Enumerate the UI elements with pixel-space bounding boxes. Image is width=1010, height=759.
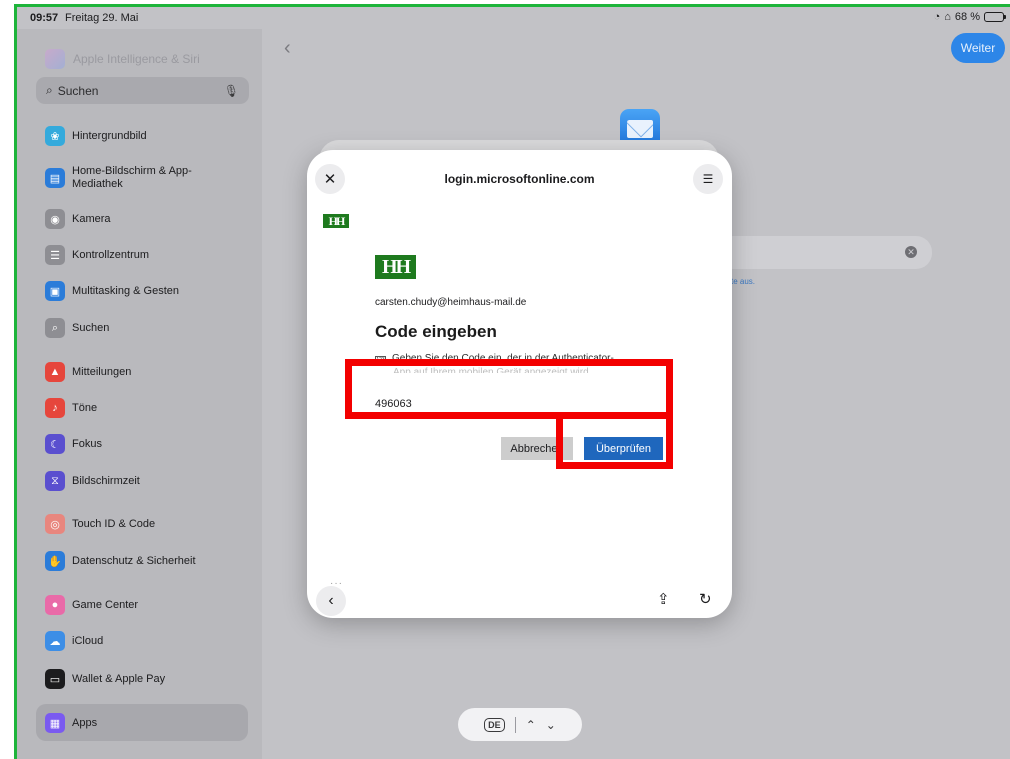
chevron-up-icon[interactable]: ⌃ — [526, 718, 536, 732]
sidebar-item-label: Hintergrundbild — [72, 129, 147, 142]
sidebar-item[interactable]: ▣ Multitasking & Gesten — [45, 281, 212, 301]
siri-icon — [45, 49, 65, 69]
notifications-icon: ▲ — [45, 362, 65, 382]
settings-sidebar: Apple Intelligence & Siri ⌕ Suchen 🎙︎ ❀ H… — [17, 29, 262, 759]
status-time: 09:57 — [30, 12, 59, 24]
screenshot-frame: 09:57 Freitag 29. Mai ◔ ⌂ 68 % Apple Int… — [0, 0, 1010, 759]
annotation-box-code-input — [345, 359, 673, 419]
sidebar-item[interactable]: ◎ Touch ID & Code — [45, 514, 212, 534]
annotation-box-verify-button — [556, 412, 673, 469]
screen-time-icon: ⧖ — [45, 471, 65, 491]
reload-icon[interactable]: ↻ — [699, 590, 712, 608]
back-chevron-icon[interactable]: ‹ — [284, 37, 291, 60]
background-link-fragment[interactable]: te aus. — [731, 277, 755, 286]
sidebar-item-label: Kamera — [72, 212, 111, 225]
microphone-icon[interactable]: 🎙︎ — [224, 84, 239, 98]
search-icon: ⌕ — [46, 83, 53, 97]
share-icon[interactable]: ⇪ — [657, 590, 670, 608]
multitasking-icon: ▣ — [45, 281, 65, 301]
sidebar-item[interactable]: ◉ Kamera — [45, 209, 212, 229]
keyboard-toolbar: DE ⌃ ⌄ — [458, 708, 582, 741]
chevron-down-icon[interactable]: ⌄ — [546, 718, 556, 732]
status-bar: 09:57 Freitag 29. Mai ◔ ⌂ 68 % — [17, 7, 1010, 29]
sidebar-item[interactable]: ❀ Hintergrundbild — [45, 126, 212, 146]
sidebar-item[interactable]: ⧖ Bildschirmzeit — [45, 471, 212, 491]
wallet-icon: ▭ — [45, 669, 65, 689]
sidebar-item[interactable]: ▲ Mitteilungen — [45, 362, 212, 382]
fingerprint-icon: ◎ — [45, 514, 65, 534]
apps-grid-icon: ▦ — [45, 713, 65, 733]
sidebar-item-label: Fokus — [72, 437, 102, 450]
home-screen-icon: ▤ — [45, 168, 65, 188]
control-center-icon: ☰ — [45, 245, 65, 265]
company-logo: HH — [375, 255, 416, 279]
game-center-icon: ● — [45, 595, 65, 615]
wallpaper-icon: ❀ — [45, 126, 65, 146]
weiter-button[interactable]: Weiter — [951, 33, 1005, 63]
sidebar-item[interactable]: ▦ Apps — [45, 713, 212, 733]
keyboard-language-button[interactable]: DE — [484, 717, 505, 732]
sidebar-item-label: Game Center — [72, 598, 139, 611]
location-icon: ⌂ — [944, 11, 951, 23]
camera-icon: ◉ — [45, 209, 65, 229]
privacy-hand-icon: ✋ — [45, 551, 65, 571]
status-right: ◔ ⌂ 68 % — [933, 11, 1006, 23]
browser-back-icon[interactable]: ‹ — [316, 586, 346, 616]
wifi-icon: ◔ — [933, 11, 941, 23]
sidebar-item-label: Töne — [72, 401, 98, 414]
sidebar-item[interactable]: ⌕ Suchen — [45, 318, 212, 338]
reader-mode-icon[interactable]: ☰ — [693, 164, 723, 194]
sidebar-item-label: Multitasking & Gesten — [72, 284, 179, 297]
search-icon: ⌕ — [45, 318, 65, 338]
sidebar-search-field[interactable]: ⌕ Suchen 🎙︎ — [36, 77, 249, 104]
sidebar-item-label: Wallet & Apple Pay — [72, 672, 166, 685]
sidebar-item[interactable]: ☁ iCloud — [45, 631, 212, 651]
sidebar-item-label: Touch ID & Code — [72, 517, 156, 530]
sidebar-item-label: Home-Bildschirm & App-Mediathek — [72, 165, 192, 190]
account-email: carsten.chudy@heimhaus-mail.de — [375, 297, 527, 308]
sidebar-item[interactable]: ☾ Fokus — [45, 434, 212, 454]
sidebar-item-apple-intelligence[interactable]: Apple Intelligence & Siri — [45, 49, 200, 69]
sounds-icon: ♪ — [45, 398, 65, 418]
sidebar-item-label: Bildschirmzeit — [72, 474, 140, 487]
clear-icon[interactable]: ✕ — [905, 246, 917, 258]
toolbar-divider — [514, 716, 516, 733]
sidebar-item-label: Suchen — [72, 321, 110, 334]
focus-icon: ☾ — [45, 434, 65, 454]
sidebar-item-label: Datenschutz & Sicherheit — [72, 554, 196, 567]
sidebar-item[interactable]: ☰ Kontrollzentrum — [45, 245, 212, 265]
sidebar-item-label: Apple Intelligence & Siri — [73, 52, 200, 66]
status-date: Freitag 29. Mai — [65, 12, 139, 24]
icloud-icon: ☁ — [45, 631, 65, 651]
sidebar-item[interactable]: ✋ Datenschutz & Sicherheit — [45, 551, 212, 571]
sidebar-item-label: Kontrollzentrum — [72, 248, 150, 261]
sidebar-item-label: iCloud — [72, 634, 104, 647]
sidebar-item-label: Mitteilungen — [72, 365, 132, 378]
battery-percent: 68 % — [954, 11, 980, 23]
sidebar-item[interactable]: ▭ Wallet & Apple Pay — [45, 669, 212, 689]
sheet-url: login.microsoftonline.com — [444, 172, 595, 186]
battery-icon — [984, 12, 1006, 22]
sidebar-item-label: Apps — [72, 716, 98, 729]
page-title: Code eingeben — [375, 322, 497, 341]
search-placeholder: Suchen — [57, 83, 99, 98]
company-logo-small: HH — [323, 214, 349, 228]
sidebar-item[interactable]: ● Game Center — [45, 595, 212, 615]
background-input-field[interactable]: ✕ — [717, 236, 932, 269]
sidebar-item[interactable]: ▤ Home-Bildschirm & App-Mediathek — [45, 165, 212, 191]
sidebar-item[interactable]: ♪ Töne — [45, 398, 212, 418]
